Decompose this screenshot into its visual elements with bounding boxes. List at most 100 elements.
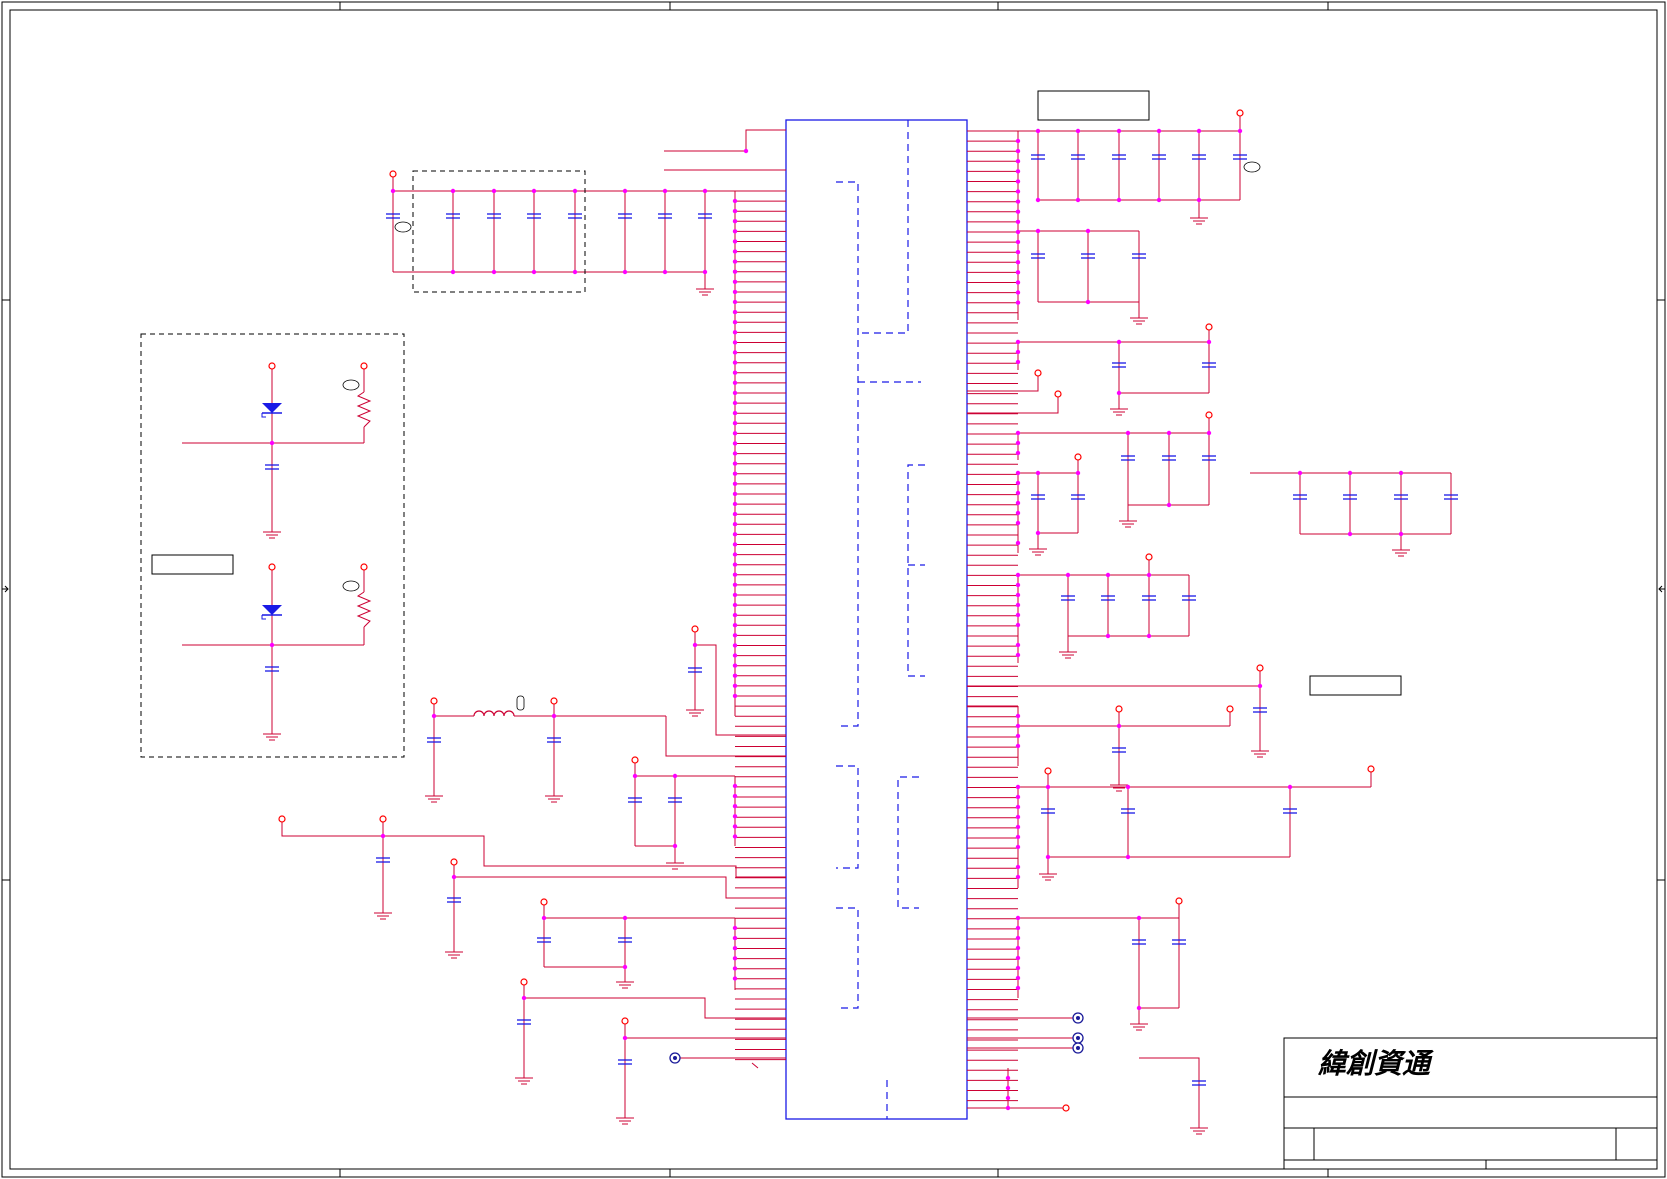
power-port-icon — [268, 362, 276, 370]
junction-dot — [732, 380, 738, 385]
junction-dot — [732, 421, 738, 426]
junction-dot — [732, 340, 738, 345]
power-port-icon — [1062, 1104, 1070, 1112]
ground-symbol-icon — [1109, 776, 1129, 792]
junction-dot — [732, 562, 738, 567]
ground-symbol-icon — [262, 523, 282, 539]
junction-dot — [1015, 440, 1021, 446]
junction-dot — [491, 188, 497, 194]
junction-dot — [450, 269, 456, 275]
ic-right-pins — [967, 130, 1018, 1102]
junction-dot — [1398, 531, 1404, 537]
ground-symbol-icon — [615, 1109, 635, 1125]
power-port-icon — [1054, 390, 1062, 398]
power-port-icon — [1145, 553, 1153, 561]
junction-dot — [1015, 260, 1021, 265]
junction-dot — [1015, 985, 1021, 991]
junction-dot — [732, 592, 738, 598]
junction-dot — [1015, 582, 1021, 588]
junction-dot — [732, 834, 738, 839]
ic-left-pins — [735, 190, 786, 1061]
junction-dot — [1015, 874, 1021, 880]
junction-dot — [632, 773, 638, 779]
junction-dot — [732, 693, 738, 699]
power-port-icon — [360, 362, 368, 370]
power-port-icon — [268, 563, 276, 571]
junction-dot — [1116, 723, 1122, 729]
junction-dot — [732, 511, 738, 517]
junction-dot — [541, 915, 547, 921]
junction-dot — [1015, 652, 1021, 658]
junction-dot — [732, 400, 738, 406]
junction-dot — [732, 309, 738, 315]
power-port-icon — [520, 978, 528, 986]
junction-dot — [1125, 854, 1131, 860]
junction-dot — [672, 843, 678, 849]
junction-dot — [1287, 784, 1293, 790]
junction-dot — [1125, 430, 1131, 436]
junction-dot — [1085, 299, 1091, 305]
sheet-border — [1, 1, 1666, 1178]
junction-dot — [1065, 572, 1071, 578]
junction-dot — [622, 1035, 628, 1041]
junction-dot — [1035, 470, 1041, 476]
junction-dot — [732, 804, 738, 809]
ground-symbols — [262, 209, 1411, 1135]
junction-dot — [732, 966, 738, 971]
junction-dot — [1125, 784, 1131, 790]
junction-dot — [1015, 935, 1021, 941]
junction-dot — [1045, 854, 1051, 860]
junction-dot — [732, 330, 738, 335]
junction-dot — [1005, 1075, 1011, 1081]
junction-dot — [1015, 804, 1021, 810]
power-port-icon — [1115, 705, 1123, 713]
capacitors — [264, 154, 1459, 1086]
power-ports — [268, 109, 1375, 1112]
junction-dot — [732, 956, 738, 961]
junction-dot — [732, 219, 738, 224]
junction-dot — [732, 612, 738, 618]
junction-dot — [732, 633, 738, 638]
junction-dot — [1015, 349, 1021, 355]
junction-dot — [732, 320, 738, 325]
junction-dot — [491, 269, 497, 275]
junction-dot — [269, 642, 275, 648]
junction-dot — [1015, 430, 1021, 436]
junction-dot — [1005, 1105, 1011, 1111]
offsheet-connector-icon — [1072, 1042, 1084, 1054]
junction-dot — [732, 491, 738, 497]
junction-dot — [1015, 219, 1021, 224]
junction-dot — [1015, 612, 1021, 618]
junction-dot — [1398, 470, 1404, 476]
junction-dot — [732, 471, 738, 476]
junction-dot — [1237, 128, 1243, 134]
junction-dot — [1015, 300, 1021, 305]
resistor-icon — [356, 391, 372, 428]
junction-dot — [732, 814, 738, 819]
junction-dot — [1015, 814, 1021, 820]
junction-dot — [732, 461, 738, 466]
power-port-icon — [1236, 109, 1244, 117]
schematic-sheet: 緯創資通 — [1, 1, 1666, 1178]
ground-symbol-icon — [1250, 742, 1270, 758]
junction-dot — [1196, 197, 1202, 203]
junction-dot — [572, 269, 578, 275]
junction-dot — [1015, 138, 1021, 144]
junction-dot — [1015, 480, 1021, 486]
junction-dot — [1015, 239, 1021, 245]
junction-dot — [1015, 743, 1021, 749]
junction-dot — [1015, 834, 1021, 840]
power-port-icon — [379, 815, 387, 823]
junction-dot — [1206, 339, 1212, 345]
junction-dot — [732, 390, 738, 396]
junction-dot — [1146, 633, 1152, 639]
ground-symbol-icon — [1189, 209, 1209, 225]
offsheet-connector-icon — [669, 1052, 681, 1064]
power-port-icon — [621, 1017, 629, 1025]
junction-dot — [451, 874, 457, 880]
note-tags — [342, 161, 1261, 592]
junction-dot — [431, 713, 437, 719]
junction-dot — [1085, 228, 1091, 234]
junction-dot — [732, 239, 738, 244]
junction-dot — [732, 299, 738, 305]
